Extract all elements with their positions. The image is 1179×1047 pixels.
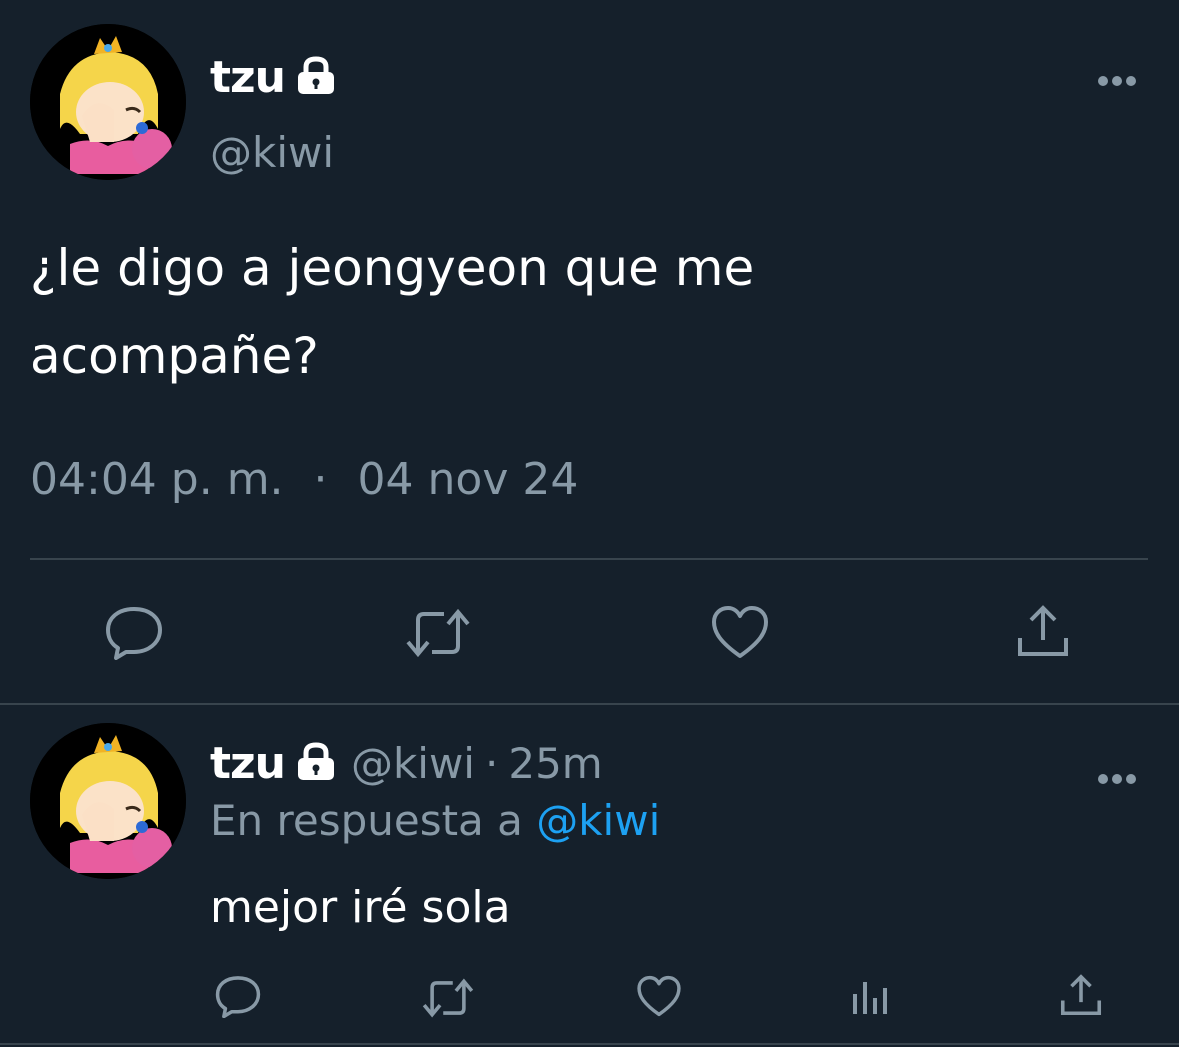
- retweet-icon[interactable]: [421, 978, 475, 1018]
- reply-context: En respuesta a @kiwi: [210, 800, 660, 842]
- tweet-time[interactable]: 04:04 p. m.: [30, 458, 284, 502]
- bottom-divider: [0, 1043, 1179, 1045]
- main-tweet-handle[interactable]: @kiwi: [210, 132, 334, 174]
- more-icon[interactable]: [1097, 752, 1137, 792]
- avatar-image: [30, 723, 186, 879]
- main-tweet-avatar[interactable]: [30, 24, 186, 180]
- tweet-date[interactable]: 04 nov 24: [358, 458, 579, 502]
- share-icon[interactable]: [1058, 972, 1104, 1018]
- like-icon[interactable]: [636, 974, 682, 1018]
- analytics-icon[interactable]: [850, 976, 890, 1016]
- reply-tweet-handle[interactable]: @kiwi: [351, 743, 475, 785]
- like-icon[interactable]: [710, 604, 770, 660]
- main-tweet-display-name[interactable]: tzu: [210, 56, 286, 100]
- lock-icon: [295, 56, 337, 100]
- reply-tweet-age[interactable]: 25m: [508, 743, 602, 785]
- main-tweet-meta: 04:04 p. m. · 04 nov 24: [30, 458, 578, 502]
- reply-tweet-avatar[interactable]: [30, 723, 186, 879]
- share-icon[interactable]: [1014, 602, 1072, 660]
- main-tweet-text: ¿le digo a jeongyeon que me acompañe?: [30, 224, 754, 400]
- meta-divider: [30, 558, 1148, 560]
- main-tweet-text-line2: acompañe?: [30, 327, 319, 385]
- lock-icon: [295, 742, 337, 786]
- avatar-image: [30, 24, 186, 180]
- reply-tweet-display-name[interactable]: tzu: [210, 742, 286, 786]
- more-icon[interactable]: [1097, 54, 1137, 94]
- main-tweet-name-row: tzu: [210, 56, 337, 100]
- tweet-divider: [0, 703, 1179, 705]
- reply-tweet-dot: ·: [484, 739, 499, 788]
- reply-context-prefix: En respuesta a: [210, 796, 523, 845]
- main-tweet-text-line1: ¿le digo a jeongyeon que me: [30, 239, 755, 297]
- reply-icon[interactable]: [104, 604, 164, 660]
- reply-icon[interactable]: [214, 974, 262, 1018]
- retweet-icon[interactable]: [404, 608, 472, 658]
- meta-separator: ·: [313, 454, 328, 505]
- reply-to-link[interactable]: @kiwi: [536, 796, 660, 845]
- reply-tweet-header: tzu @kiwi · 25m: [210, 742, 603, 786]
- reply-tweet-text: mejor iré sola: [210, 882, 511, 933]
